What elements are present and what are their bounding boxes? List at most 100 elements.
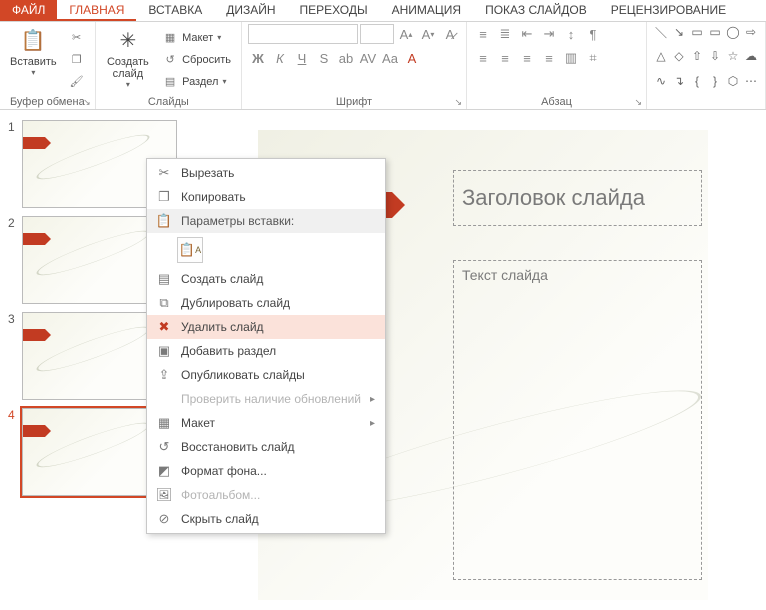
arrow-shape-icon: ⇩ — [707, 48, 723, 64]
update-icon — [153, 390, 175, 408]
shapes-gallery[interactable]: ＼↘▭▭◯⇨ △◇⇧⇩☆☁ ∿↴{}⬡⋯ — [653, 24, 759, 95]
font-size-combo[interactable] — [360, 24, 394, 44]
bullets-button[interactable]: ≡ — [473, 24, 493, 44]
text-direction-button[interactable]: ¶ — [583, 24, 603, 44]
increase-indent-button[interactable]: ⇥ — [539, 24, 559, 44]
body-placeholder[interactable]: Текст слайда — [453, 260, 702, 580]
callout-shape-icon: ☁ — [743, 48, 759, 64]
arrow-shape-icon: ⇧ — [689, 48, 705, 64]
line-shape-icon: ＼ — [653, 24, 669, 40]
align-right-button[interactable]: ≡ — [517, 48, 537, 68]
tab-design[interactable]: ДИЗАЙН — [214, 0, 287, 21]
brace-shape-icon: { — [689, 73, 705, 89]
paste-label: Вставить — [10, 56, 57, 68]
paste-icon: 📋 — [19, 26, 47, 54]
numbering-button[interactable]: ≣ — [495, 24, 515, 44]
duplicate-icon: ⧉ — [153, 294, 175, 312]
group-paragraph-label: Абзац — [541, 96, 572, 108]
paste-keep-formatting-button[interactable]: 📋A — [177, 237, 203, 263]
group-clipboard: 📋 Вставить ▾ ✂ ❐ 🖌 Буфер обмена↘ — [0, 22, 96, 109]
ctx-hide[interactable]: ⊘Скрыть слайд — [147, 507, 385, 531]
new-slide-icon: ✳ — [114, 26, 142, 54]
hide-slide-icon: ⊘ — [153, 510, 175, 528]
reset-button[interactable]: ↺Сбросить — [158, 50, 235, 70]
copy-icon: ❐ — [69, 52, 85, 68]
dialog-launcher-icon[interactable]: ↘ — [83, 97, 91, 108]
paste-button[interactable]: 📋 Вставить ▾ — [6, 24, 61, 95]
chevron-down-icon: ▾ — [126, 80, 130, 89]
brush-icon: 🖌 — [69, 74, 85, 90]
line-spacing-button[interactable]: ↕ — [561, 24, 581, 44]
chevron-right-icon: ▸ — [370, 394, 375, 405]
more-shapes-icon: ⋯ — [743, 73, 759, 89]
clear-format-button[interactable]: A̷ — [440, 24, 460, 44]
ctx-new-slide[interactable]: ▤Создать слайд — [147, 267, 385, 291]
new-slide-button[interactable]: ✳ Создать слайд ▾ — [102, 24, 154, 95]
triangle-shape-icon: △ — [653, 48, 669, 64]
context-menu: ✂Вырезать ❐Копировать 📋Параметры вставки… — [146, 158, 386, 534]
bold-button[interactable]: Ж — [248, 48, 268, 68]
arrow-block-icon: ⇨ — [743, 24, 759, 40]
layout-button[interactable]: ▦Макет▾ — [158, 28, 235, 48]
chevron-down-icon: ▾ — [31, 68, 35, 77]
font-name-combo[interactable] — [248, 24, 358, 44]
strike-button[interactable]: S — [314, 48, 334, 68]
ctx-cut[interactable]: ✂Вырезать — [147, 161, 385, 185]
italic-button[interactable]: К — [270, 48, 290, 68]
tab-review[interactable]: РЕЦЕНЗИРОВАНИЕ — [599, 0, 738, 21]
ctx-check-updates: Проверить наличие обновлений▸ — [147, 387, 385, 411]
align-center-button[interactable]: ≡ — [495, 48, 515, 68]
tab-slideshow[interactable]: ПОКАЗ СЛАЙДОВ — [473, 0, 599, 21]
slide-number: 3 — [8, 312, 22, 326]
justify-button[interactable]: ≡ — [539, 48, 559, 68]
ctx-copy[interactable]: ❐Копировать — [147, 185, 385, 209]
format-painter-button[interactable]: 🖌 — [65, 72, 89, 92]
ctx-delete[interactable]: ✖Удалить слайд — [147, 315, 385, 339]
ribbon: 📋 Вставить ▾ ✂ ❐ 🖌 Буфер обмена↘ ✳ Созда… — [0, 22, 766, 110]
smartart-button[interactable]: ⌗ — [583, 48, 603, 68]
align-left-button[interactable]: ≡ — [473, 48, 493, 68]
layout-icon: ▦ — [153, 414, 175, 432]
ctx-add-section[interactable]: ▣Добавить раздел — [147, 339, 385, 363]
tab-home[interactable]: ГЛАВНАЯ — [57, 0, 136, 21]
ctx-photo-album: 🖼Фотоальбом... — [147, 483, 385, 507]
increase-font-button[interactable]: A▴ — [396, 24, 416, 44]
dialog-launcher-icon[interactable]: ↘ — [454, 97, 462, 108]
group-drawing: ＼↘▭▭◯⇨ △◇⇧⇩☆☁ ∿↴{}⬡⋯ — [647, 22, 766, 109]
group-paragraph: ≡ ≣ ⇤ ⇥ ↕ ¶ ≡ ≡ ≡ ≡ ▥ ⌗ Абзац ↘ — [467, 22, 647, 109]
chevron-right-icon: ▸ — [370, 418, 375, 429]
ctx-format-bg[interactable]: ◩Формат фона... — [147, 459, 385, 483]
arrow-shape-icon: ↘ — [671, 24, 687, 40]
ctx-layout[interactable]: ▦Макет▸ — [147, 411, 385, 435]
tab-file[interactable]: ФАЙЛ — [0, 0, 57, 21]
decrease-font-button[interactable]: A▾ — [418, 24, 438, 44]
new-slide-label: Создать слайд — [106, 56, 150, 80]
shadow-button[interactable]: ab — [336, 48, 356, 68]
ctx-restore[interactable]: ↺Восстановить слайд — [147, 435, 385, 459]
dialog-launcher-icon[interactable]: ↘ — [634, 97, 642, 108]
rect-shape-icon: ▭ — [707, 24, 723, 40]
section-button[interactable]: ▤Раздел▾ — [158, 72, 235, 92]
ctx-duplicate[interactable]: ⧉Дублировать слайд — [147, 291, 385, 315]
tab-transitions[interactable]: ПЕРЕХОДЫ — [288, 0, 380, 21]
group-slides: ✳ Создать слайд ▾ ▦Макет▾ ↺Сбросить ▤Раз… — [96, 22, 242, 109]
underline-button[interactable]: Ч — [292, 48, 312, 68]
group-slides-label: Слайды — [148, 96, 189, 108]
cut-button[interactable]: ✂ — [65, 28, 89, 48]
delete-icon: ✖ — [153, 318, 175, 336]
columns-button[interactable]: ▥ — [561, 48, 581, 68]
title-placeholder[interactable]: Заголовок слайда — [453, 170, 702, 226]
hexagon-shape-icon: ⬡ — [725, 73, 741, 89]
tab-insert[interactable]: ВСТАВКА — [136, 0, 214, 21]
font-color-button[interactable]: A — [402, 48, 422, 68]
tab-animation[interactable]: АНИМАЦИЯ — [380, 0, 473, 21]
char-spacing-button[interactable]: AV — [358, 48, 378, 68]
decrease-indent-button[interactable]: ⇤ — [517, 24, 537, 44]
layout-icon: ▦ — [162, 30, 178, 46]
change-case-button[interactable]: Aa — [380, 48, 400, 68]
ctx-publish[interactable]: ⇪Опубликовать слайды — [147, 363, 385, 387]
group-font: A▴ A▾ A̷ Ж К Ч S ab AV Aa A Шрифт↘ — [242, 22, 467, 109]
ctx-paste-options: 📋A — [147, 233, 385, 267]
section-icon: ▣ — [153, 342, 175, 360]
copy-button[interactable]: ❐ — [65, 50, 89, 70]
